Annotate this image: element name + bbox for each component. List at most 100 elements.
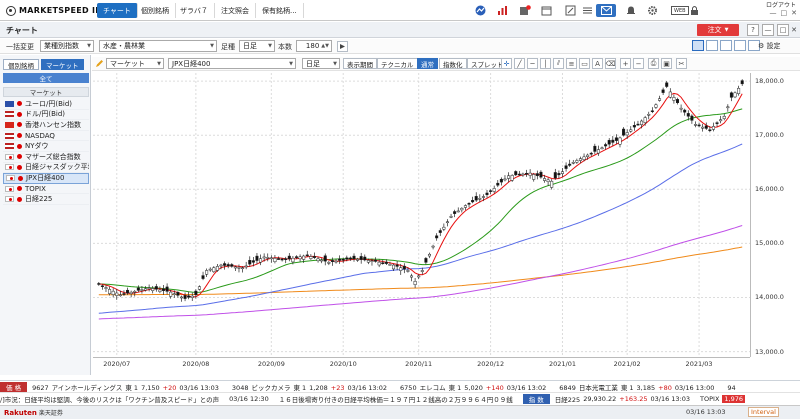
count-stepper[interactable]: 180 ▲▼	[296, 40, 332, 52]
candle-body	[223, 263, 227, 266]
help-button[interactable]: ?	[747, 24, 759, 36]
ticker-item[interactable]: 94	[727, 384, 738, 392]
candle-body	[665, 82, 669, 87]
news-ticker[interactable]: /]市況：日経平均は堅調、今後のリスクは「ワクチン普及スピード」との声 03/1…	[0, 392, 800, 404]
text-icon[interactable]: A	[592, 58, 603, 69]
candle-body	[97, 283, 101, 285]
index2-value: 1,976	[722, 394, 746, 403]
crosshair-icon[interactable]: ✛	[501, 58, 512, 69]
period-select[interactable]: 日足 ▼	[239, 40, 275, 52]
fib-icon[interactable]: ≡	[566, 58, 577, 69]
save-icon[interactable]: ▣	[661, 58, 672, 69]
sidebar-item-market[interactable]: NYダウ	[3, 141, 89, 152]
tab-chart[interactable]: チャート	[97, 3, 138, 18]
tab-zaraba[interactable]: ザラバ７	[174, 3, 215, 18]
minimize-icon[interactable]: —	[770, 9, 777, 17]
logout-link[interactable]: ログアウト	[764, 0, 800, 9]
mail-icon[interactable]	[596, 4, 616, 17]
zoom-in-icon[interactable]: +	[620, 58, 631, 69]
layout-3-button[interactable]	[720, 40, 732, 51]
sidebar-item-market[interactable]: 香港ハンセン指数	[3, 120, 89, 131]
candlestick-chart[interactable]	[93, 73, 750, 357]
tab-holdings[interactable]: 保有銘柄...	[256, 3, 304, 18]
sidebar-item-market[interactable]: ユーロ/円(Bid)	[3, 99, 89, 110]
maximize-icon[interactable]: □	[781, 9, 788, 17]
ticker-item[interactable]: 6750 エレコム東 1 5,020 +140 03/16 13:02	[400, 384, 549, 392]
sidebar-item-market[interactable]: マザーズ総合指数	[3, 152, 89, 163]
candle-body	[212, 267, 216, 273]
chart-category-select[interactable]: マーケット ▼	[106, 58, 164, 69]
edit-icon[interactable]	[564, 4, 577, 17]
layout-1-button[interactable]	[692, 40, 704, 51]
sidebar-tab-stock[interactable]: 個別銘柄	[3, 59, 39, 70]
panel-minimize-button[interactable]: —	[762, 24, 774, 36]
news-headline[interactable]: /]市況：日経平均は堅調、今後のリスクは「ワクチン普及スピード」との声	[0, 394, 219, 404]
sector-select[interactable]: 水産・農林業 ▼	[99, 40, 217, 52]
scissors-icon[interactable]: ✂	[676, 58, 687, 69]
zoom-out-icon[interactable]: −	[633, 58, 644, 69]
candle-body	[294, 256, 298, 258]
channel-icon[interactable]: ⫽	[553, 58, 564, 69]
lock-icon[interactable]	[688, 4, 701, 17]
layout-2-button[interactable]	[706, 40, 718, 51]
panel-maximize-button[interactable]: □	[777, 24, 789, 36]
ticker-item[interactable]: 6849 日本光電工業東 1 3,185 +80 03/16 13:00	[559, 384, 717, 392]
candle-body	[205, 270, 209, 275]
candle-body	[269, 257, 273, 260]
ranking-icon[interactable]	[496, 4, 509, 17]
news-headline-2[interactable]: １６日後場寄り付きの日経平均株価＝１９７円１２銭高の２万９９６４円０９銭	[279, 394, 513, 404]
price-ticker[interactable]: 価 格 9627 アインホールディングス東 1 7,150 +20 03/16 13:0…	[0, 380, 800, 392]
sidebar-item-market[interactable]: 日経ジャスダック平均	[3, 163, 89, 174]
technical-button[interactable]: テクニカル	[377, 58, 418, 69]
chart-period-select[interactable]: 日足 ▼	[302, 58, 340, 69]
chart-symbol-select[interactable]: JPX日経400 ▼	[168, 58, 296, 69]
y-tick-label: 13,000.0	[755, 347, 784, 356]
eraser-icon[interactable]: ⌫	[605, 58, 616, 69]
sidebar-item-label: TOPIX	[25, 184, 46, 193]
ticker-item[interactable]: 3048 ビックカメラ東 1 1,208 +23 03/16 13:02	[232, 384, 390, 392]
sidebar-tab-market[interactable]: マーケット	[41, 59, 84, 70]
close-icon[interactable]: ✕	[791, 9, 797, 17]
rect-icon[interactable]: ▭	[579, 58, 590, 69]
gear-icon[interactable]	[646, 4, 659, 17]
index1-value: 29,930.22	[583, 394, 617, 403]
pencil-icon[interactable]	[94, 58, 105, 69]
candle-body	[643, 117, 647, 123]
settings-button[interactable]: ⚙ 設定	[758, 41, 781, 51]
all-filter-button[interactable]: 全て	[3, 73, 89, 83]
order-button[interactable]: 注文 ▼	[697, 24, 739, 36]
bell-icon[interactable]	[624, 4, 637, 17]
sidebar-item-market[interactable]: NASDAQ	[3, 131, 89, 142]
sidebar-item-market[interactable]: JPX日経400	[3, 173, 89, 184]
tab-stock[interactable]: 個別銘柄	[135, 3, 176, 18]
web-button[interactable]: WEB	[671, 6, 689, 15]
layout-4-button[interactable]	[734, 40, 746, 51]
ticker-item[interactable]: 9627 アインホールディングス東 1 7,150 +20 03/16 13:03	[32, 384, 222, 392]
vline-icon[interactable]: │	[540, 58, 551, 69]
sidebar-item-market[interactable]: ドル/円(Bid)	[3, 110, 89, 121]
calendar-icon[interactable]	[540, 4, 553, 17]
sidebar-item-market[interactable]: TOPIX	[3, 184, 89, 195]
candle-body	[683, 109, 687, 113]
normal-button[interactable]: 通常	[417, 58, 438, 69]
y-axis: 18,000.0 17,000.0 16,000.0 15,000.0 14,000.0…	[750, 73, 800, 357]
print-icon[interactable]: ⎙	[648, 58, 659, 69]
display-period-button[interactable]: 表示期間	[343, 58, 377, 69]
candle-body	[453, 211, 457, 214]
interval-button[interactable]: Interval	[748, 407, 779, 417]
notice-icon[interactable]	[518, 4, 531, 17]
candle-body	[316, 258, 320, 262]
apply-button[interactable]	[337, 41, 348, 52]
hline-icon[interactable]: ─	[527, 58, 538, 69]
list-icon[interactable]	[581, 4, 594, 17]
analysis-icon[interactable]	[474, 4, 487, 17]
tab-order-inquiry[interactable]: 注文照会	[215, 3, 256, 18]
indexed-button[interactable]: 指数化	[439, 58, 467, 69]
candle-body	[136, 287, 140, 291]
trendline-icon[interactable]: ╱	[514, 58, 525, 69]
candle-body	[460, 207, 464, 211]
index-type-select[interactable]: 業種別指数 ▼	[40, 40, 94, 52]
candle-body	[370, 260, 374, 262]
sidebar-item-market[interactable]: 日経225	[3, 194, 89, 205]
panel-close-button[interactable]: ✕	[789, 24, 799, 36]
